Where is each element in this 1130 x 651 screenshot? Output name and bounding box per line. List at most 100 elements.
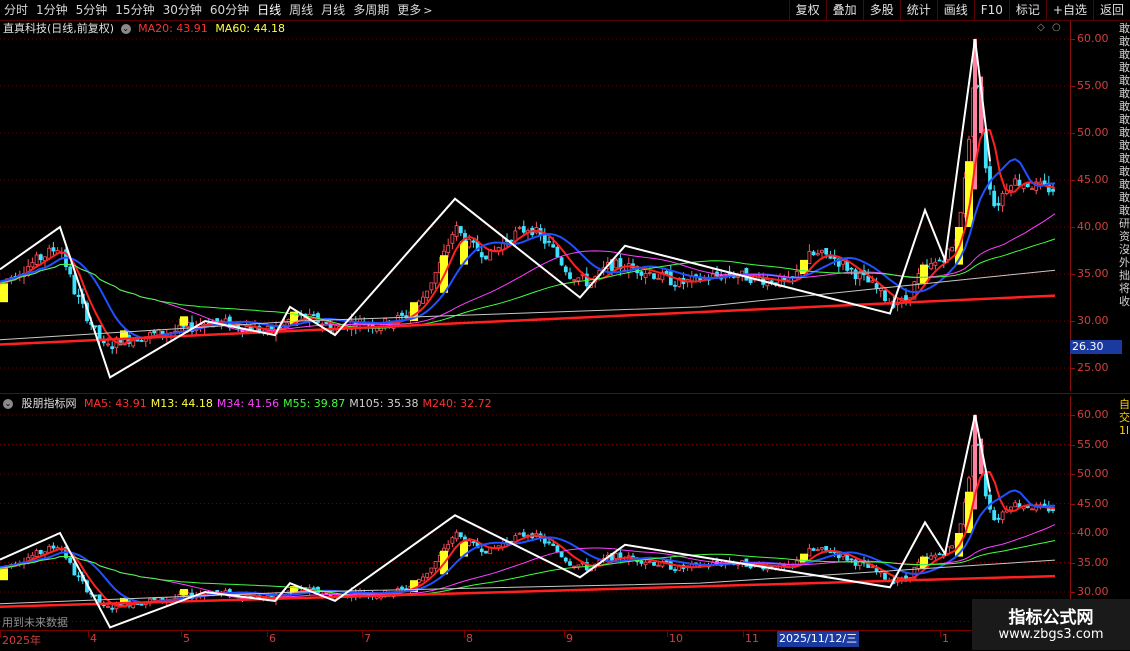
axis-tick-label: 30.00 bbox=[1077, 314, 1109, 327]
period-tab-5[interactable]: 60分钟 bbox=[206, 0, 253, 20]
candle-body bbox=[694, 274, 698, 277]
axis-tick-label: 60.00 bbox=[1077, 32, 1109, 45]
candle-body bbox=[551, 244, 556, 248]
toolbar-button-5[interactable]: F10 bbox=[973, 0, 1009, 20]
candle-body bbox=[832, 256, 837, 259]
panel-divider bbox=[0, 393, 1130, 394]
toolbar-button-6[interactable]: 标记 bbox=[1008, 0, 1046, 20]
candle-body bbox=[933, 261, 938, 266]
candle-body bbox=[555, 246, 560, 258]
candle-body bbox=[820, 547, 824, 550]
candle-body bbox=[807, 251, 812, 264]
candle-body bbox=[106, 343, 110, 346]
date-tick bbox=[267, 631, 268, 637]
date-tick bbox=[0, 631, 1, 637]
main-candlestick-chart[interactable] bbox=[0, 21, 1070, 391]
candle-body bbox=[643, 273, 648, 278]
candle-body bbox=[38, 254, 43, 261]
candle-body bbox=[950, 246, 955, 252]
period-tab-0[interactable]: 分时 bbox=[0, 0, 32, 20]
action-buttons: 复权 叠加 多股 统计 画线 F10 标记 +自选 返回 bbox=[788, 0, 1130, 20]
axis-tick-mark bbox=[1071, 533, 1075, 534]
axis-tick-label: 50.00 bbox=[1077, 126, 1109, 139]
candle-body bbox=[34, 254, 39, 265]
candle-body bbox=[425, 290, 430, 299]
candle-body bbox=[849, 267, 854, 270]
axis-tick-label: 25.00 bbox=[1077, 361, 1109, 374]
candle-body bbox=[152, 330, 157, 334]
period-tab-2[interactable]: 5分钟 bbox=[72, 0, 112, 20]
zigzag-line bbox=[0, 38, 991, 379]
period-tab-6[interactable]: 日线 bbox=[253, 0, 285, 20]
axis-tick-mark bbox=[1071, 227, 1075, 228]
candle-body bbox=[429, 282, 434, 291]
candle-body bbox=[811, 548, 816, 551]
candle-body bbox=[1000, 511, 1005, 521]
candle-body bbox=[988, 166, 992, 190]
date-label: 5 bbox=[183, 632, 190, 645]
candle-body bbox=[72, 274, 77, 295]
indicator-chart[interactable] bbox=[0, 396, 1070, 630]
candle-body bbox=[400, 586, 404, 589]
candle-body bbox=[807, 547, 812, 557]
axis-tick-label: 45.00 bbox=[1077, 496, 1109, 510]
period-tab-1[interactable]: 1分钟 bbox=[32, 0, 72, 20]
axis-tick-mark bbox=[1071, 474, 1075, 475]
candle-body bbox=[517, 227, 522, 229]
candle-body bbox=[68, 266, 73, 275]
date-label: 9 bbox=[566, 632, 573, 645]
zigzag-line bbox=[0, 414, 991, 629]
candle-body bbox=[517, 532, 522, 535]
candle-body bbox=[484, 255, 488, 260]
toolbar-button-0[interactable]: 复权 bbox=[788, 0, 826, 20]
toolbar-button-2[interactable]: 多股 bbox=[862, 0, 900, 20]
candle-body bbox=[841, 553, 845, 557]
candle-body bbox=[673, 284, 677, 287]
date-label: 6 bbox=[269, 632, 276, 645]
candle-body bbox=[849, 558, 854, 561]
candle-body bbox=[1013, 502, 1018, 508]
axis-tick-mark bbox=[1071, 133, 1075, 134]
date-label: 4 bbox=[90, 632, 97, 645]
period-tab-9[interactable]: 多周期 bbox=[349, 0, 393, 20]
date-label: 10 bbox=[669, 632, 683, 645]
axis-tick-label: 35.00 bbox=[1077, 555, 1109, 569]
candle-body bbox=[1009, 185, 1013, 191]
axis-tick-mark bbox=[1071, 415, 1075, 416]
candle-body bbox=[866, 275, 871, 283]
candle-body bbox=[110, 346, 115, 349]
period-tab-10[interactable]: 更多 > bbox=[393, 0, 436, 21]
candle-body bbox=[471, 541, 476, 544]
candle-body bbox=[311, 587, 316, 590]
current-price-marker: 26.30 bbox=[1070, 340, 1122, 354]
candle-body bbox=[568, 272, 572, 279]
candle-body bbox=[988, 494, 992, 510]
period-tab-7[interactable]: 周线 bbox=[285, 0, 317, 20]
toolbar-button-8[interactable]: 返回 bbox=[1092, 0, 1130, 20]
candle-body bbox=[572, 279, 577, 282]
date-tick bbox=[743, 631, 744, 637]
candle-body bbox=[479, 548, 484, 553]
candle-body bbox=[656, 277, 661, 280]
toolbar-button-1[interactable]: 叠加 bbox=[825, 0, 863, 20]
period-tab-8[interactable]: 月线 bbox=[317, 0, 349, 20]
candle-body bbox=[883, 572, 887, 580]
toolbar-button-3[interactable]: 统计 bbox=[899, 0, 937, 20]
period-tab-3[interactable]: 15分钟 bbox=[111, 0, 158, 20]
candle-body bbox=[1051, 188, 1055, 192]
candle-body bbox=[106, 606, 110, 608]
toolbar-button-4[interactable]: 画线 bbox=[936, 0, 974, 20]
toolbar-button-7[interactable]: +自选 bbox=[1045, 0, 1093, 20]
candle-body bbox=[458, 532, 463, 538]
candle-body bbox=[916, 561, 921, 569]
period-toolbar: 分时 1分钟 5分钟 15分钟 30分钟 60分钟 日线 周线 月线 多周期 更多 > 复权 叠加 多股统… bbox=[0, 0, 1130, 21]
candle-body bbox=[454, 531, 459, 540]
candle-body bbox=[811, 251, 816, 256]
site-watermark: 指标公式网 www.zbgs3.com bbox=[972, 599, 1130, 650]
period-tab-4[interactable]: 30分钟 bbox=[159, 0, 206, 20]
candle-body bbox=[76, 575, 81, 578]
axis-tick-label: 40.00 bbox=[1077, 526, 1109, 539]
axis-tick-label: 50.00 bbox=[1077, 467, 1109, 480]
candle-body bbox=[824, 546, 829, 551]
candle-body bbox=[1030, 508, 1034, 511]
